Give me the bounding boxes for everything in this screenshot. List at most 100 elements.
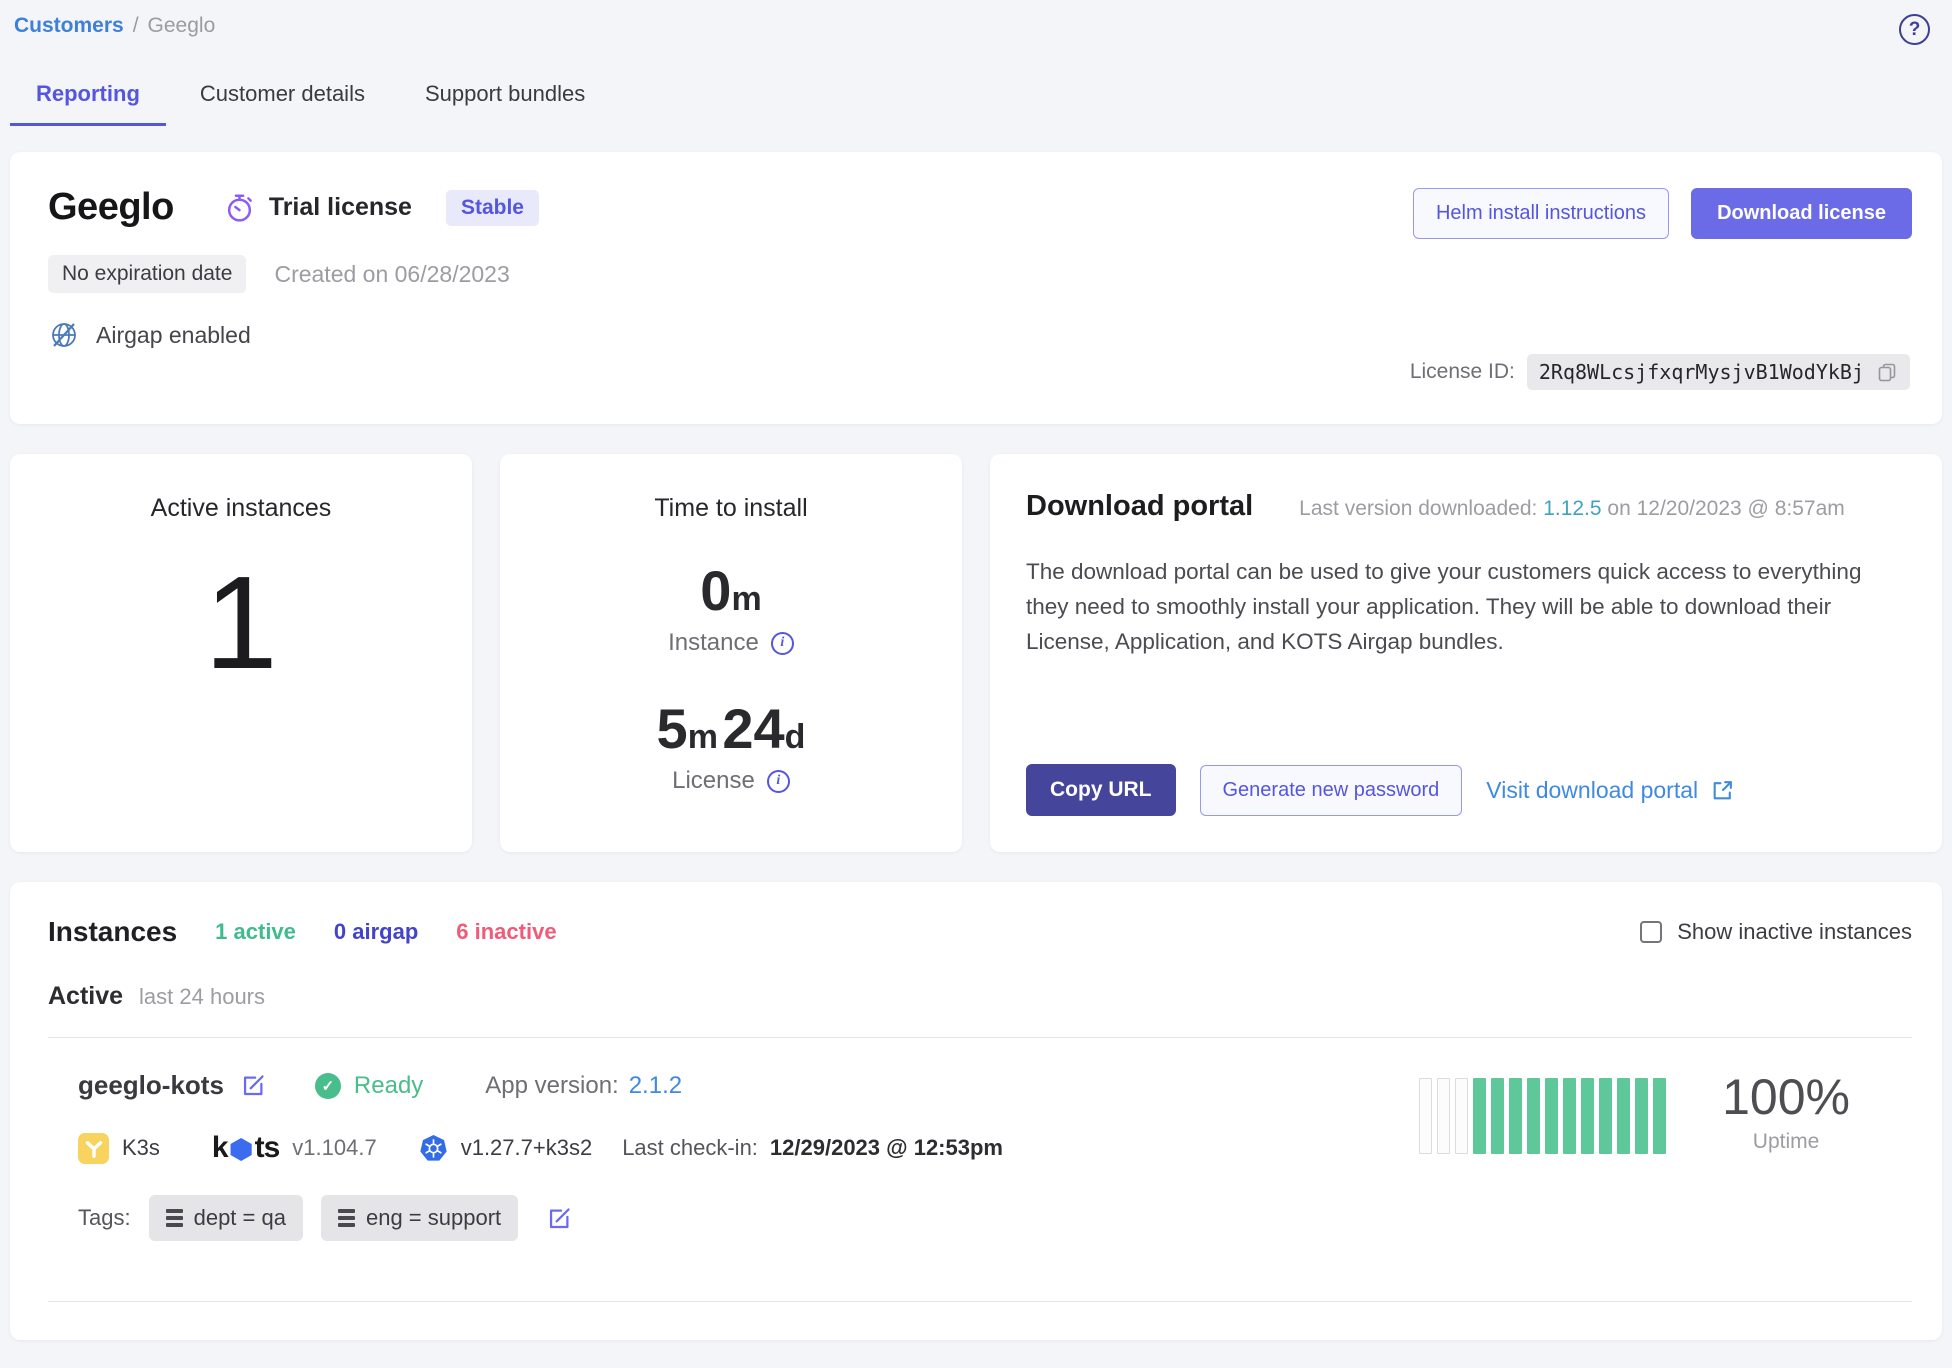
visit-download-portal-link[interactable]: Visit download portal: [1486, 777, 1735, 804]
distro-group: K3s: [78, 1133, 160, 1164]
inactive-count-link[interactable]: 6 inactive: [456, 919, 556, 945]
tag-pill-dept: dept = qa: [149, 1195, 303, 1241]
license-id-value: 2Rq8WLcsjfxqrMysjvB1WodYkBj: [1539, 360, 1864, 384]
tab-support-bundles[interactable]: Support bundles: [399, 81, 611, 126]
last-version-downloaded: Last version downloaded: 1.12.5 on 12/20…: [1299, 497, 1845, 521]
page: Customers / Geeglo ? Reporting Customer …: [0, 0, 1952, 1340]
active-instances-title: Active instances: [10, 494, 472, 523]
channel-badge: Stable: [446, 190, 539, 226]
kubernetes-version: v1.27.7+k3s2: [461, 1135, 592, 1161]
airgap-count-link[interactable]: 0 airgap: [334, 919, 418, 945]
last-version-label: Last version downloaded:: [1299, 497, 1537, 520]
download-portal-actions: Copy URL Generate new password Visit dow…: [1026, 764, 1735, 816]
license-id-chip: 2Rq8WLcsjfxqrMysjvB1WodYkBj: [1527, 354, 1910, 390]
license-id-label: License ID:: [1410, 360, 1515, 384]
uptime-bar: [1491, 1078, 1504, 1154]
uptime-bar: [1599, 1078, 1612, 1154]
license-install-label-row: License i: [500, 767, 962, 795]
uptime-bar: [1635, 1078, 1648, 1154]
kots-group: k ts v1.104.7: [212, 1131, 377, 1165]
stats-row: Active instances 1 Time to install 0m In…: [10, 454, 1942, 852]
kots-version: v1.104.7: [292, 1135, 376, 1161]
tag-label: dept = qa: [194, 1205, 286, 1231]
tab-customer-details[interactable]: Customer details: [174, 81, 391, 126]
tag-icon: [338, 1209, 355, 1227]
top-bar: Customers / Geeglo ?: [10, 10, 1942, 45]
instance-tags-row: Tags: dept = qa eng = support: [78, 1195, 1912, 1241]
download-portal-header: Download portal Last version downloaded:…: [1026, 490, 1906, 523]
divider: [48, 1301, 1912, 1302]
license-card-bottom-row: Airgap enabled: [48, 319, 1912, 351]
instance-name: geeglo-kots: [78, 1070, 224, 1101]
active-subheader: last 24 hours: [139, 984, 265, 1010]
download-portal-title: Download portal: [1026, 490, 1253, 523]
download-license-button[interactable]: Download license: [1691, 188, 1912, 239]
show-inactive-label: Show inactive instances: [1677, 919, 1912, 945]
license-install-unit-2: d: [785, 718, 806, 756]
ready-label: Ready: [354, 1072, 423, 1100]
license-install-time: 5m 24d: [500, 701, 962, 757]
license-install-days: 24: [722, 697, 784, 760]
last-version-link[interactable]: 1.12.5: [1543, 497, 1601, 520]
app-version-label: App version:: [485, 1072, 618, 1100]
app-version-link[interactable]: 2.1.2: [629, 1072, 682, 1100]
uptime-bar: [1509, 1078, 1522, 1154]
k3s-icon: [78, 1133, 109, 1164]
uptime-bar: [1545, 1078, 1558, 1154]
uptime-bar: [1563, 1078, 1576, 1154]
breadcrumb-current: Geeglo: [148, 14, 216, 38]
instance-install-minutes: 0: [700, 559, 731, 622]
last-version-date: on 12/20/2023 @ 8:57am: [1607, 497, 1844, 520]
tab-bar: Reporting Customer details Support bundl…: [10, 81, 1942, 126]
external-link-icon: [1710, 778, 1735, 803]
instance-install-label-row: Instance i: [500, 629, 962, 657]
active-instances-count: 1: [10, 557, 472, 689]
visit-download-portal-label: Visit download portal: [1486, 777, 1698, 804]
uptime-bar: [1527, 1078, 1540, 1154]
show-inactive-checkbox[interactable]: [1640, 921, 1662, 943]
app-version-group: App version: 2.1.2: [485, 1072, 682, 1100]
uptime-bar: [1617, 1078, 1630, 1154]
active-header: Active: [48, 982, 123, 1011]
instance-info-icon[interactable]: i: [771, 632, 794, 655]
copy-icon[interactable]: [1876, 361, 1898, 383]
instances-card: Instances 1 active 0 airgap 6 inactive S…: [10, 882, 1942, 1340]
generate-new-password-button[interactable]: Generate new password: [1200, 765, 1463, 816]
license-card: Geeglo Trial license Stable Helm install…: [10, 152, 1942, 424]
edit-tags-icon[interactable]: [546, 1205, 573, 1232]
help-icon[interactable]: ?: [1899, 14, 1930, 45]
copy-url-button[interactable]: Copy URL: [1026, 764, 1176, 816]
tab-reporting[interactable]: Reporting: [10, 81, 166, 126]
kots-logo-k: k: [212, 1131, 228, 1165]
uptime-summary: 100% Uptime: [1722, 1072, 1850, 1154]
last-checkin-value: 12/29/2023 @ 12:53pm: [770, 1135, 1003, 1161]
uptime-bar: [1419, 1078, 1432, 1154]
kubernetes-group: v1.27.7+k3s2: [419, 1134, 592, 1163]
active-count-link[interactable]: 1 active: [215, 919, 296, 945]
active-section-header: Active last 24 hours: [48, 982, 1912, 1011]
license-info-icon[interactable]: i: [767, 770, 790, 793]
tag-pill-eng: eng = support: [321, 1195, 518, 1241]
license-card-mid-row: No expiration date Created on 06/28/2023: [48, 255, 1912, 293]
uptime-percent: 100%: [1722, 1072, 1850, 1122]
show-inactive-control: Show inactive instances: [1640, 919, 1912, 945]
breadcrumb-separator: /: [133, 14, 139, 38]
edit-instance-name-icon[interactable]: [240, 1072, 267, 1099]
uptime-label: Uptime: [1722, 1130, 1850, 1154]
airgap-globe-icon: [48, 319, 80, 351]
last-checkin-label: Last check-in:: [622, 1135, 758, 1161]
uptime-bars: [1419, 1078, 1666, 1154]
kubernetes-icon: [419, 1134, 448, 1163]
instance-install-time: 0m: [500, 563, 962, 619]
uptime-bar: [1437, 1078, 1450, 1154]
kots-logo: k ts: [212, 1131, 279, 1165]
distro-label: K3s: [122, 1135, 160, 1161]
tags-label: Tags:: [78, 1205, 131, 1231]
active-instances-card: Active instances 1: [10, 454, 472, 852]
ready-check-icon: ✓: [315, 1073, 341, 1099]
instance-row: geeglo-kots ✓ Ready App version: 2.1.2: [48, 1038, 1912, 1241]
download-portal-card: Download portal Last version downloaded:…: [990, 454, 1942, 852]
breadcrumb-customers-link[interactable]: Customers: [14, 14, 124, 38]
download-portal-description: The download portal can be used to give …: [1026, 555, 1906, 660]
helm-install-instructions-button[interactable]: Helm install instructions: [1413, 188, 1669, 239]
